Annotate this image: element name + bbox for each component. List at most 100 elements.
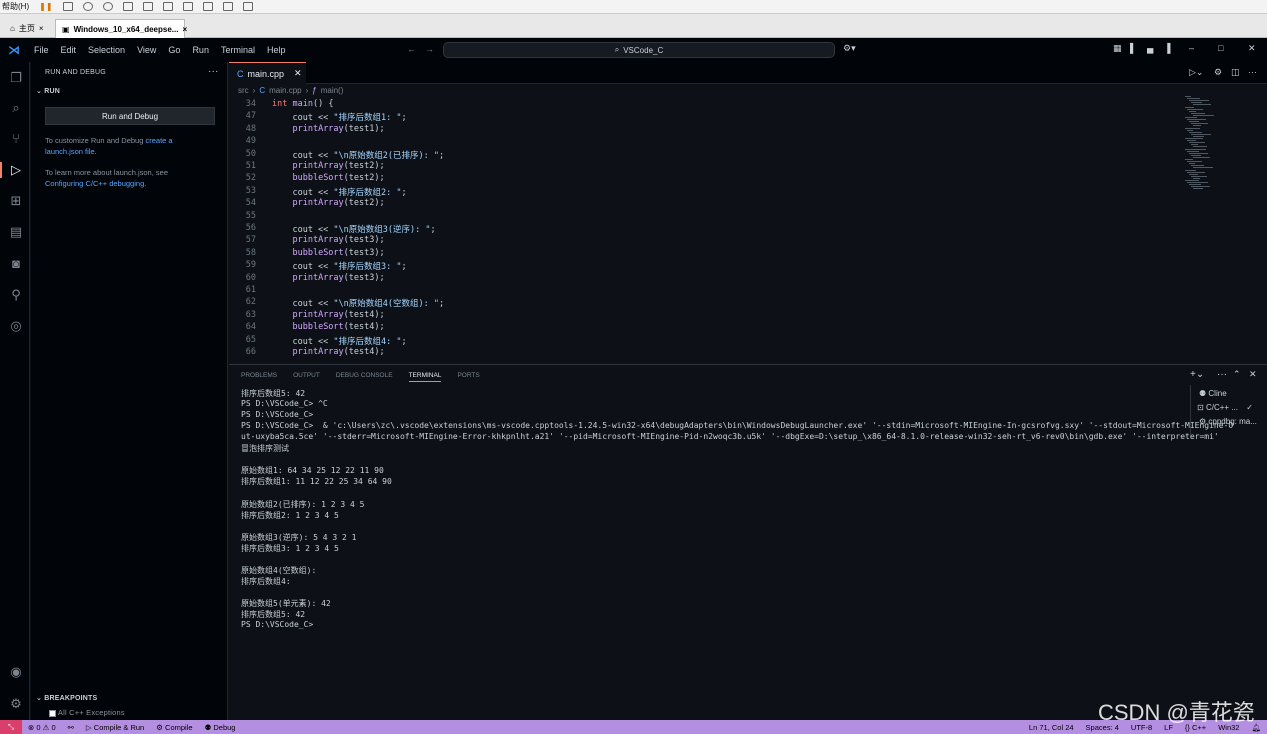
tab-debug-console[interactable]: DEBUG CONSOLE (336, 372, 393, 382)
terminal-item-cppdbg[interactable]: ⚙ cppdbg: ma... (1199, 417, 1257, 426)
code-line[interactable]: cout << "\n原始数组2(已排序): "; (272, 149, 444, 161)
toggle-secondary-sidebar-icon[interactable]: ▐ (1164, 43, 1170, 53)
command-center[interactable]: ⌕ VSCode_C (443, 42, 835, 58)
close-window-icon[interactable]: ✕ (1248, 43, 1256, 54)
vm-tool-icon[interactable] (102, 2, 113, 11)
copilot-icon[interactable]: ⚙▾ (843, 43, 856, 54)
compile-run-button[interactable]: ▷ Compile & Run (80, 723, 150, 732)
code-line[interactable]: cout << "\n原始数组4(空数组): "; (272, 297, 444, 309)
toggle-panel-icon[interactable]: ▄ (1147, 43, 1153, 53)
menu-help[interactable]: Help (261, 45, 292, 55)
minimap-line (1187, 182, 1208, 184)
search-icon[interactable]: ⌕ (8, 100, 24, 116)
more-actions-icon[interactable]: ··· (1217, 369, 1227, 380)
close-icon[interactable]: ✕ (294, 68, 302, 79)
more-actions-icon[interactable]: ··· (1248, 67, 1257, 77)
tab-output[interactable]: OUTPUT (293, 372, 320, 382)
code-line[interactable]: printArray(test4); (272, 347, 384, 357)
menu-edit[interactable]: Edit (55, 45, 83, 55)
compile-button[interactable]: ⚙ Compile (150, 723, 198, 732)
vm-tool-icon[interactable] (202, 2, 213, 11)
code-line[interactable]: cout << "\n原始数组3(逆序): "; (272, 223, 435, 235)
more-actions-icon[interactable]: ··· (208, 66, 219, 77)
run-debug-icon[interactable]: ▷ (0, 162, 30, 178)
code-line[interactable]: printArray(test3); (272, 235, 384, 245)
vm-tool-icon[interactable] (82, 2, 93, 11)
code-line[interactable]: cout << "排序后数组2: "; (272, 186, 406, 198)
back-arrow-icon[interactable]: ← (407, 44, 416, 54)
vm-tool-icon[interactable] (62, 2, 73, 11)
forward-arrow-icon[interactable]: → (425, 44, 434, 54)
cline-icon[interactable]: ◙ (8, 256, 24, 272)
problems-indicator[interactable]: ⊗ 0 ⚠ 0 (22, 723, 62, 732)
toggle-sidebar-icon[interactable]: ▌ (1130, 43, 1136, 53)
run-and-debug-button[interactable]: Run and Debug (45, 107, 215, 125)
menu-run[interactable]: Run (186, 45, 215, 55)
minimap-line (1189, 184, 1201, 186)
debug-button[interactable]: ⚉ Debug (199, 723, 242, 732)
tab-ports[interactable]: PORTS (457, 372, 479, 382)
remote-icon[interactable]: ⤡ (0, 720, 22, 734)
maximize-panel-icon[interactable]: ⌃ (1233, 369, 1241, 380)
code-line[interactable]: cout << "排序后数组3: "; (272, 260, 406, 272)
tab-terminal[interactable]: TERMINAL (408, 372, 442, 382)
remote-explorer-icon[interactable]: ▤ (8, 224, 24, 240)
code-line[interactable]: printArray(test2); (272, 161, 384, 171)
code-line[interactable]: printArray(test3); (272, 273, 384, 283)
code-line[interactable]: cout << "排序后数组4: "; (272, 335, 406, 347)
checkbox[interactable] (49, 709, 56, 717)
cursor-position[interactable]: Ln 71, Col 24 (1023, 723, 1080, 732)
code-line[interactable]: bubbleSort(test3); (272, 248, 384, 258)
close-panel-icon[interactable]: ✕ (1249, 369, 1257, 380)
vm-tool-icon[interactable] (122, 2, 133, 11)
breakpoints-header[interactable]: ⌄ BREAKPOINTS (36, 694, 97, 702)
accounts-icon[interactable]: ◉ (8, 664, 24, 680)
vm-tool-icon[interactable] (182, 2, 193, 11)
close-icon[interactable]: × (182, 25, 187, 34)
new-terminal-icon[interactable]: +⌄ (1190, 369, 1204, 380)
debug-attach-icon[interactable]: ⚯ (62, 723, 80, 732)
gear-icon[interactable]: ⚙ (1214, 67, 1222, 78)
minimize-icon[interactable]: – (1189, 43, 1194, 53)
close-icon[interactable]: × (39, 24, 44, 33)
code-line[interactable]: printArray(test1); (272, 124, 384, 134)
menu-go[interactable]: Go (162, 45, 186, 55)
layout-icon[interactable]: ▦ (1113, 43, 1122, 54)
settings-gear-icon[interactable]: ⚙ (8, 696, 24, 712)
maximize-icon[interactable]: □ (1218, 43, 1223, 53)
menu-selection[interactable]: Selection (82, 45, 131, 55)
minimap[interactable] (1185, 96, 1215, 196)
fullscreen-icon[interactable] (242, 2, 253, 11)
explorer-icon[interactable]: ❐ (8, 70, 24, 86)
code-line[interactable]: int main() { (272, 99, 333, 109)
git-graph-icon[interactable]: ⚲ (8, 287, 24, 303)
code-line[interactable]: cout << "排序后数组1: "; (272, 111, 406, 123)
code-line[interactable]: printArray(test4); (272, 310, 384, 320)
vm-tab-home[interactable]: ⌂ 主页 × (4, 19, 50, 38)
split-editor-icon[interactable]: ◫ (1231, 67, 1240, 78)
pause-icon[interactable]: ❚❚ (39, 2, 52, 11)
configuring-debugging-link[interactable]: Configuring C/C++ debugging. (45, 179, 146, 188)
menu-file[interactable]: File (28, 45, 55, 55)
vm-tool-icon[interactable] (162, 2, 173, 11)
run-code-icon[interactable]: ▷⌄ (1189, 67, 1203, 78)
run-section-header[interactable]: ⌄ RUN (36, 87, 60, 95)
code-line[interactable]: bubbleSort(test2); (272, 173, 384, 183)
terminal-item-cpp[interactable]: ⊡ C/C++ ... ✓ (1197, 403, 1253, 412)
copilot-chat-icon[interactable]: ◎ (8, 318, 24, 334)
menu-view[interactable]: View (131, 45, 162, 55)
menu-terminal[interactable]: Terminal (215, 45, 261, 55)
breakpoint-item[interactable]: All C++ Exceptions (49, 708, 125, 717)
vm-tab-windows[interactable]: ▣ Windows_10_x64_deepse... × (55, 19, 187, 38)
code-line[interactable]: bubbleSort(test4); (272, 322, 384, 332)
line-number: 49 (245, 136, 256, 147)
code-line[interactable]: printArray(test2); (272, 198, 384, 208)
tab-main-cpp[interactable]: C main.cpp ✕ (229, 62, 306, 84)
vm-tool-icon[interactable] (142, 2, 153, 11)
source-control-icon[interactable]: ⑂ (8, 131, 24, 147)
vm-help-menu[interactable]: 帮助(H) (2, 1, 29, 12)
tab-problems[interactable]: PROBLEMS (241, 372, 277, 382)
terminal-icon[interactable] (222, 2, 233, 11)
extensions-icon[interactable]: ⊞ (8, 193, 24, 209)
terminal-item-cline[interactable]: ⚉ Cline (1199, 389, 1227, 398)
